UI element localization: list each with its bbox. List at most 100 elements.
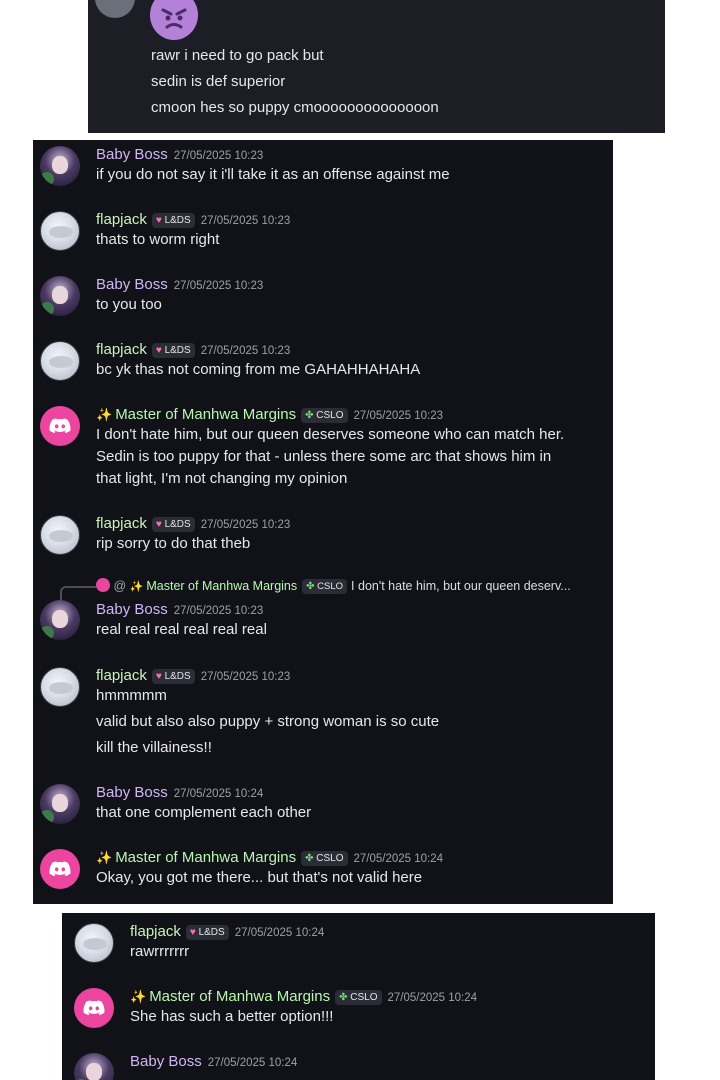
reply-preview[interactable]: @ ✨ Master of Manhwa Margins ✤ CSLO I don't… bbox=[96, 577, 571, 595]
reply-text: I don't hate him, but our queen deserv..… bbox=[351, 579, 571, 593]
message-header: Baby Boss 27/05/2025 10:23 bbox=[96, 274, 263, 296]
clover-icon: ✤ bbox=[305, 410, 314, 421]
username[interactable]: Baby Boss bbox=[96, 146, 168, 163]
message-text: bc yk thas not coming from me GAHAHHAHAH… bbox=[96, 361, 421, 378]
timestamp: 27/05/2025 10:23 bbox=[200, 345, 291, 357]
baby-boss-avatar[interactable] bbox=[40, 600, 80, 640]
timestamp: 27/05/2025 10:24 bbox=[234, 927, 325, 939]
heart-icon: ♥ bbox=[155, 215, 162, 226]
flapjack-avatar[interactable] bbox=[40, 341, 80, 381]
role-badge: ♥ L&DS bbox=[151, 669, 195, 684]
message-header: flapjack ♥ L&DS 27/05/2025 10:23 bbox=[96, 339, 290, 361]
discord-icon bbox=[96, 578, 110, 592]
message-header: ✨ Master of Manhwa Margins ✤ CSLO 27/05/202… bbox=[130, 986, 477, 1008]
role-badge: ✤ CSLO bbox=[335, 990, 382, 1005]
message-header: Baby Boss 27/05/2025 10:23 bbox=[96, 144, 263, 166]
message-text: Okay, you got me there... but that's not… bbox=[96, 869, 423, 886]
message-text: real real real real real real bbox=[96, 621, 267, 638]
timestamp: 27/05/2025 10:24 bbox=[353, 853, 444, 865]
username[interactable]: flapjack bbox=[96, 341, 147, 358]
chat-panel-middle: Baby Boss 27/05/2025 10:23 if you do not … bbox=[33, 140, 613, 904]
reply-author[interactable]: Master of Manhwa Margins bbox=[146, 579, 297, 593]
angry-emoji bbox=[150, 0, 198, 40]
timestamp: 27/05/2025 10:23 bbox=[353, 410, 444, 422]
message-header: Baby Boss 27/05/2025 10:24 bbox=[96, 782, 263, 804]
clover-icon: ✤ bbox=[339, 992, 348, 1003]
message-text: rip sorry to do that theb bbox=[96, 535, 251, 552]
message-header: flapjack ♥ L&DS 27/05/2025 10:23 bbox=[96, 209, 290, 231]
reply-connector bbox=[60, 586, 96, 602]
timestamp: 27/05/2025 10:23 bbox=[173, 150, 264, 162]
username[interactable]: Baby Boss bbox=[130, 1053, 202, 1070]
heart-icon: ♥ bbox=[155, 345, 162, 356]
flapjack-avatar[interactable] bbox=[40, 667, 80, 707]
badge-label: L&DS bbox=[164, 519, 191, 530]
timestamp: 27/05/2025 10:23 bbox=[173, 605, 264, 617]
badge-label: CSLO bbox=[316, 853, 344, 864]
chat-panel-bottom: flapjack ♥ L&DS 27/05/2025 10:24 rawrrrrrr… bbox=[62, 913, 655, 1080]
message-text: kill the villainess!! bbox=[96, 739, 212, 756]
badge-label: L&DS bbox=[164, 671, 191, 682]
message-header: flapjack ♥ L&DS 27/05/2025 10:23 bbox=[96, 665, 290, 687]
heart-icon: ♥ bbox=[155, 671, 162, 682]
message-text: Sedin is too puppy for that - unless the… bbox=[96, 448, 552, 465]
sparkles-icon: ✨ bbox=[96, 851, 113, 866]
discord-avatar[interactable] bbox=[74, 988, 114, 1028]
message-text: that one complement each other bbox=[96, 804, 312, 821]
message-text: hmmmmm bbox=[96, 687, 167, 704]
badge-label: CSLO bbox=[317, 581, 344, 592]
username[interactable]: flapjack bbox=[96, 211, 147, 228]
timestamp: 27/05/2025 10:23 bbox=[200, 519, 291, 531]
baby-boss-avatar[interactable] bbox=[74, 1053, 114, 1080]
baby-boss-avatar[interactable] bbox=[40, 276, 80, 316]
role-badge: ♥ L&DS bbox=[151, 343, 195, 358]
timestamp: 27/05/2025 10:24 bbox=[207, 1057, 298, 1069]
message-header: ✨ Master of Manhwa Margins ✤ CSLO 27/05/202… bbox=[96, 847, 443, 869]
user-avatar[interactable] bbox=[95, 0, 135, 18]
username[interactable]: Baby Boss bbox=[96, 784, 168, 801]
username[interactable]: flapjack bbox=[96, 667, 147, 684]
heart-icon: ♥ bbox=[155, 519, 162, 530]
badge-label: CSLO bbox=[316, 410, 344, 421]
flapjack-avatar[interactable] bbox=[40, 211, 80, 251]
flapjack-avatar[interactable] bbox=[40, 515, 80, 555]
sparkles-icon: ✨ bbox=[130, 990, 147, 1005]
message-line: rawr i need to go pack but bbox=[151, 47, 324, 64]
discord-icon bbox=[49, 861, 71, 877]
role-badge: ♥ L&DS bbox=[185, 925, 229, 940]
timestamp: 27/05/2025 10:24 bbox=[173, 788, 264, 800]
chat-panel-top: rawr i need to go pack but sedin is def … bbox=[88, 0, 665, 133]
username[interactable]: Baby Boss bbox=[96, 601, 168, 618]
username[interactable]: Master of Manhwa Margins bbox=[115, 849, 296, 866]
username[interactable]: Master of Manhwa Margins bbox=[115, 406, 296, 423]
message-text: I don't hate him, but our queen deserves… bbox=[96, 426, 565, 443]
message-line: cmoon hes so puppy cmoooooooooooooon bbox=[151, 99, 439, 116]
username[interactable]: flapjack bbox=[96, 515, 147, 532]
message-header: flapjack ♥ L&DS 27/05/2025 10:23 bbox=[96, 513, 290, 535]
message-text: rawrrrrrrr bbox=[130, 943, 190, 960]
message-header: Baby Boss 27/05/2025 10:23 bbox=[96, 599, 263, 621]
baby-boss-avatar[interactable] bbox=[40, 146, 80, 186]
mention-prefix: @ bbox=[113, 579, 127, 593]
clover-icon: ✤ bbox=[305, 853, 314, 864]
username[interactable]: Baby Boss bbox=[96, 276, 168, 293]
badge-label: CSLO bbox=[350, 992, 378, 1003]
message-text: She has such a better option!!! bbox=[130, 1008, 334, 1025]
message-text: valid but also also puppy + strong woman… bbox=[96, 713, 440, 730]
message-text: thats to worm right bbox=[96, 231, 220, 248]
discord-icon bbox=[83, 1000, 105, 1016]
sparkles-icon: ✨ bbox=[129, 581, 144, 593]
role-badge: ✤ CSLO bbox=[301, 408, 348, 423]
role-badge: ♥ L&DS bbox=[151, 517, 195, 532]
message-text: to you too bbox=[96, 296, 162, 313]
discord-avatar[interactable] bbox=[40, 406, 80, 446]
discord-avatar[interactable] bbox=[40, 849, 80, 889]
timestamp: 27/05/2025 10:23 bbox=[200, 215, 291, 227]
flapjack-avatar[interactable] bbox=[74, 923, 114, 963]
username[interactable]: Master of Manhwa Margins bbox=[149, 988, 330, 1005]
message-header: Baby Boss 27/05/2025 10:24 bbox=[130, 1051, 297, 1073]
message-header: flapjack ♥ L&DS 27/05/2025 10:24 bbox=[130, 921, 324, 943]
username[interactable]: flapjack bbox=[130, 923, 181, 940]
baby-boss-avatar[interactable] bbox=[40, 784, 80, 824]
timestamp: 27/05/2025 10:23 bbox=[173, 280, 264, 292]
